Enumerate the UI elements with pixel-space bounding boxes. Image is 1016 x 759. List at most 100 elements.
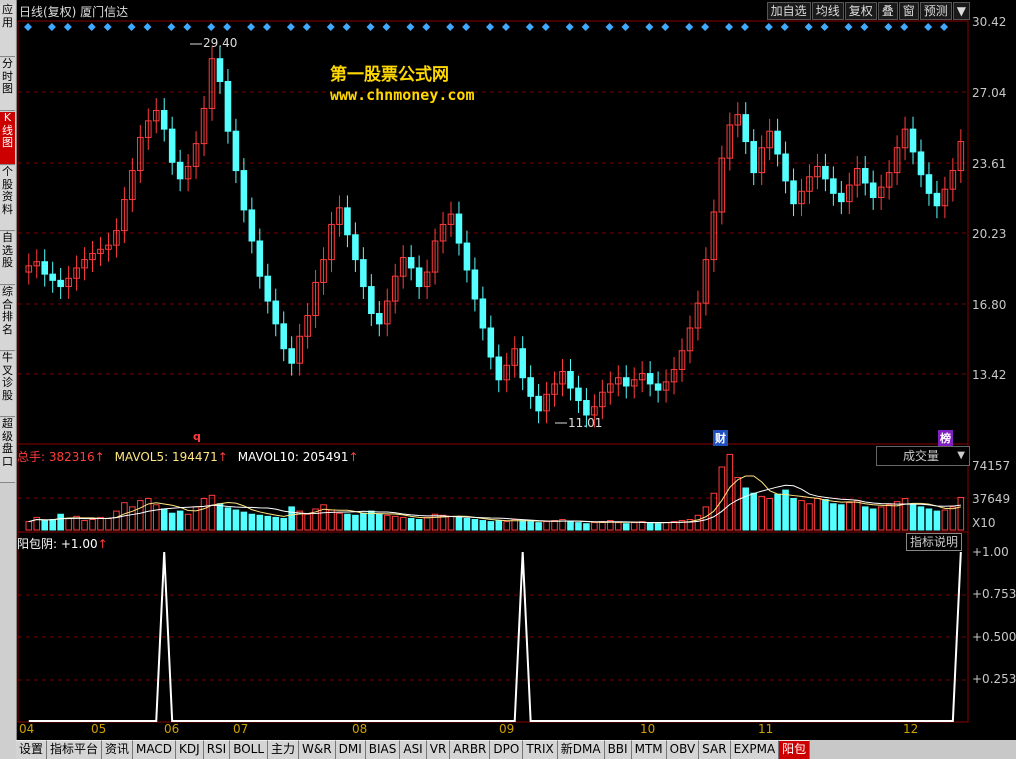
signal-diamond bbox=[47, 23, 56, 31]
volume-bar bbox=[933, 510, 941, 531]
volume-bar bbox=[806, 503, 813, 531]
indicator-tab[interactable]: BBI bbox=[604, 740, 632, 759]
signal-diamond bbox=[366, 23, 375, 31]
indicator-tab[interactable]: W&R bbox=[299, 740, 336, 759]
volume-bar bbox=[583, 523, 590, 531]
candle-body bbox=[248, 209, 256, 242]
signal-diamond bbox=[820, 23, 829, 31]
volume-ma-line bbox=[28, 475, 961, 524]
marker-finance[interactable]: 财 bbox=[713, 430, 728, 446]
signal-diamond bbox=[24, 23, 32, 31]
indicator-tab[interactable]: 阳包 bbox=[779, 740, 811, 759]
indicator-tab[interactable]: 主力 bbox=[268, 740, 300, 759]
signal-diamond bbox=[382, 23, 391, 31]
volume-axis-label: 37649 bbox=[972, 492, 1011, 506]
candle-body bbox=[415, 267, 423, 288]
volume-bar bbox=[742, 487, 750, 531]
signal-diamond bbox=[406, 23, 415, 31]
indicator-tab[interactable]: MACD bbox=[133, 740, 177, 759]
volume-bar bbox=[256, 514, 264, 531]
indicator-tab[interactable]: RSI bbox=[203, 740, 231, 759]
indicator-tab[interactable]: BIAS bbox=[365, 740, 401, 759]
volume-bar bbox=[200, 498, 208, 531]
low-price-label: 11.01 bbox=[568, 416, 603, 430]
volume-bar bbox=[304, 513, 311, 531]
signal-diamond bbox=[940, 23, 949, 31]
marker-q[interactable]: q bbox=[191, 430, 203, 443]
indicator-tab[interactable]: ARBR bbox=[450, 740, 491, 759]
volume-bar bbox=[535, 522, 542, 531]
volume-bar bbox=[774, 493, 781, 531]
volume-bar bbox=[503, 521, 511, 531]
x-axis-month: 10 bbox=[640, 722, 656, 736]
indicator-tab[interactable]: 指标平台 bbox=[47, 740, 103, 759]
volume-bar bbox=[383, 514, 391, 531]
volume-bar bbox=[57, 513, 64, 531]
price-axis-label: 27.04 bbox=[972, 86, 1007, 100]
indicator-tab[interactable]: 新DMA bbox=[557, 740, 605, 759]
indicator-select-value: 成交量 bbox=[903, 449, 940, 463]
candle-body bbox=[487, 327, 495, 358]
volume-bars bbox=[25, 453, 965, 531]
volume-bar bbox=[782, 489, 789, 531]
indicator-header: 阳包阴: +1.00↑ bbox=[17, 535, 108, 552]
signal-diamond bbox=[581, 23, 590, 31]
indicator-tab[interactable]: SAR bbox=[699, 740, 731, 759]
volume-bar bbox=[869, 508, 877, 531]
volume-axis-unit: X10 bbox=[972, 516, 996, 530]
indicator-tab[interactable]: 设置 bbox=[16, 740, 48, 759]
volume-bar bbox=[184, 513, 192, 531]
signal-diamond bbox=[446, 23, 455, 31]
volume-bar bbox=[949, 506, 957, 531]
indicator-select[interactable]: 成交量 ▼ bbox=[876, 446, 970, 466]
volume-bar bbox=[280, 517, 287, 531]
indicator-tab[interactable]: DPO bbox=[490, 740, 524, 759]
volume-bar bbox=[694, 514, 702, 531]
volume-bar bbox=[216, 503, 224, 531]
up-arrow-icon: ↑ bbox=[94, 450, 105, 464]
volume-bar bbox=[614, 522, 622, 531]
candle-body bbox=[49, 273, 56, 281]
indicator-tab[interactable]: TRIX bbox=[523, 740, 558, 759]
indicator-tab[interactable]: ASI bbox=[400, 740, 427, 759]
volume-bar bbox=[551, 520, 558, 531]
candle-body bbox=[822, 165, 829, 180]
candle-body bbox=[917, 151, 925, 176]
indicator-tab[interactable]: VR bbox=[426, 740, 451, 759]
signal-diamond bbox=[247, 23, 256, 31]
candle-body bbox=[41, 261, 49, 275]
x-axis-month: 06 bbox=[164, 722, 180, 736]
candle-body bbox=[463, 242, 471, 271]
candle-body bbox=[455, 213, 463, 244]
indicator-tab[interactable]: BOLL bbox=[230, 740, 269, 759]
stock-chart[interactable] bbox=[0, 0, 1016, 740]
volume-bar bbox=[240, 511, 248, 531]
signal-diamond bbox=[183, 23, 192, 31]
signal-diamond bbox=[780, 23, 789, 31]
signal-diamond bbox=[541, 23, 550, 31]
signal-diamond bbox=[207, 23, 216, 31]
indicator-tab[interactable]: 资讯 bbox=[102, 740, 134, 759]
indicator-tab[interactable]: OBV bbox=[666, 740, 700, 759]
indicator-tab[interactable]: DMI bbox=[335, 740, 366, 759]
volume-bar bbox=[168, 512, 176, 531]
indicator-axis-label: +0.753 bbox=[972, 587, 1016, 601]
signal-diamond bbox=[860, 23, 869, 31]
x-axis-month: 08 bbox=[352, 722, 368, 736]
candle-body bbox=[280, 323, 287, 350]
signal-diamond bbox=[621, 23, 630, 31]
signal-diamond bbox=[286, 23, 295, 31]
indicator-tab[interactable]: EXPMA bbox=[730, 740, 780, 759]
volume-bar bbox=[487, 521, 495, 531]
indicator-tab[interactable]: KDJ bbox=[176, 740, 204, 759]
signal-diamond bbox=[804, 23, 813, 31]
indicator-tab[interactable]: MTM bbox=[631, 740, 667, 759]
marker-ranking[interactable]: 榜 bbox=[938, 430, 953, 446]
volume-axis-label: 74157 bbox=[972, 459, 1011, 473]
volume-bar bbox=[662, 522, 670, 531]
volume-bar bbox=[479, 520, 487, 531]
indicator-help-button[interactable]: 指标说明 bbox=[906, 533, 963, 551]
volume-bar bbox=[415, 519, 423, 531]
volume-bar bbox=[407, 517, 415, 531]
candle-body bbox=[168, 128, 176, 163]
